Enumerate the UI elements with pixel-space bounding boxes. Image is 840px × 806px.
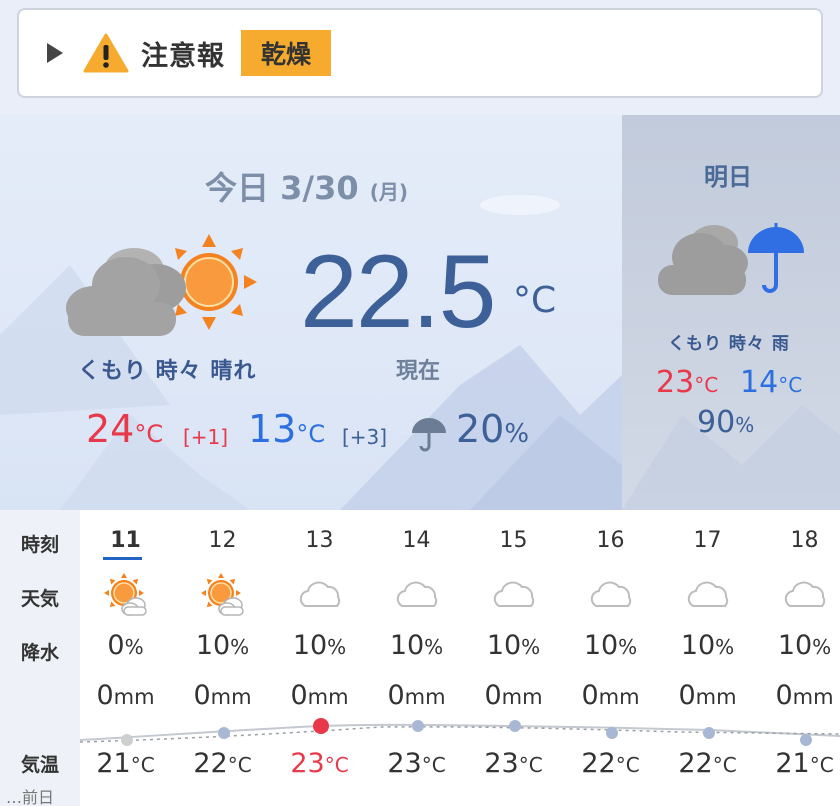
today-low-diff: [+3] (342, 425, 388, 449)
hour-column[interactable]: 11 0% 0mm 21°C (77, 510, 174, 806)
hourly-temp: 23°C (290, 748, 349, 779)
previous-day-label: …前日 (6, 788, 55, 806)
tomorrow-high: 23°C (656, 365, 718, 400)
rain-chance: 10% (680, 630, 735, 661)
rain-chance: 10% (389, 630, 444, 661)
sunny-cloudy-icon (199, 572, 249, 618)
rain-chance: 10% (777, 630, 832, 661)
tomorrow-rain-value: 90 (697, 405, 736, 440)
cloudy-sunny-icon (66, 234, 257, 336)
hour-label: 12 (208, 528, 237, 553)
alert-tag[interactable]: 乾燥 (241, 30, 332, 76)
rain-amount: 0mm (290, 680, 349, 711)
temp-row-label: 気温 (21, 754, 60, 776)
hourly-temp: 22°C (678, 748, 737, 779)
hour-column[interactable]: 16 10% 0mm 22°C (562, 510, 659, 806)
now-label: 現在 (396, 359, 441, 384)
tomorrow-low-value: 14 (740, 365, 779, 400)
hourly-temp: 23°C (484, 748, 543, 779)
rain-chance: 0% (107, 630, 144, 661)
cloud-icon (296, 572, 346, 618)
today-high: 24°C (86, 407, 163, 451)
today-high-unit: °C (134, 420, 164, 448)
tomorrow-high-value: 23 (656, 365, 695, 400)
expand-arrow-icon[interactable] (47, 43, 63, 63)
cloud-icon (490, 572, 540, 618)
rain-amount: 0mm (96, 680, 155, 711)
row-labels: 時刻 天気 降水 気温 …前日 (0, 510, 80, 806)
hour-column[interactable]: 15 10% 0mm 23°C (465, 510, 562, 806)
today-low-unit: °C (296, 420, 326, 448)
tomorrow-rain-chance: 90% (697, 405, 754, 440)
today-high-value: 24 (86, 407, 135, 451)
hour-label: 16 (596, 528, 625, 553)
cloud-icon (393, 572, 443, 618)
today-low: 13°C (248, 407, 325, 451)
tomorrow-condition: くもり 時々 雨 (668, 334, 790, 354)
today-date: 今日 3/30 (月) (205, 163, 408, 209)
current-temp: 22.5 (300, 234, 496, 350)
today-rain-value: 20 (456, 407, 505, 451)
tomorrow-panel[interactable]: 明日 くもり 時々 雨 23°C 14°C 90% (622, 115, 840, 510)
hour-label: 18 (790, 528, 819, 553)
today-low-value: 13 (248, 407, 297, 451)
rain-chance: 10% (195, 630, 250, 661)
hour-column[interactable]: 17 10% 0mm 22°C (659, 510, 756, 806)
rain-chance: 10% (292, 630, 347, 661)
today-panel[interactable]: 今日 3/30 (月) 22.5 °C 現在 くもり 時々 晴れ 24°C [+… (0, 115, 622, 510)
hour-column[interactable]: 18 10% 0mm 21°C (756, 510, 840, 806)
cloudy-rain-icon (658, 223, 804, 295)
day-of-week: (月) (369, 180, 409, 204)
hour-label: 15 (499, 528, 528, 553)
tomorrow-high-unit: °C (694, 373, 719, 397)
time-row-label: 時刻 (21, 534, 60, 556)
hour-column[interactable]: 13 10% 0mm 23°C (271, 510, 368, 806)
tomorrow-low-unit: °C (778, 373, 803, 397)
cloud-icon (587, 572, 637, 618)
hourly-forecast[interactable]: 時刻 天気 降水 気温 …前日 11 0% 0mm 21°C 12 10% 0mm 22°… (0, 510, 840, 806)
tomorrow-title: 明日 (704, 163, 752, 191)
hourly-temp: 21°C (775, 748, 834, 779)
today-rain-unit: % (504, 419, 530, 449)
hourly-temp: 23°C (387, 748, 446, 779)
today-condition: くもり 時々 晴れ (78, 359, 257, 384)
umbrella-icon (412, 418, 446, 452)
hourly-temp: 21°C (96, 748, 155, 779)
hourly-temp: 22°C (581, 748, 640, 779)
rain-amount: 0mm (484, 680, 543, 711)
rain-amount: 0mm (775, 680, 834, 711)
rain-amount: 0mm (193, 680, 252, 711)
rain-amount: 0mm (678, 680, 737, 711)
sunny-cloudy-icon (102, 572, 152, 618)
warning-icon (83, 33, 129, 73)
current-temp-unit: °C (513, 280, 557, 321)
rain-row-label: 降水 (21, 642, 60, 664)
rain-chance: 10% (583, 630, 638, 661)
alert-label: 注意報 (141, 40, 225, 72)
cloud-icon (781, 572, 831, 618)
today-high-diff: [+1] (183, 425, 229, 449)
cloud-icon (684, 572, 734, 618)
current-hour-indicator (103, 557, 142, 560)
date-text: 今日 3/30 (205, 169, 359, 207)
alert-bar[interactable]: 注意報 乾燥 (17, 8, 823, 98)
hour-column[interactable]: 12 10% 0mm 22°C (174, 510, 271, 806)
hourly-temp: 22°C (193, 748, 252, 779)
hour-label: 14 (402, 528, 431, 553)
hour-column[interactable]: 14 10% 0mm 23°C (368, 510, 465, 806)
tomorrow-rain-unit: % (735, 413, 755, 437)
tomorrow-low: 14°C (740, 365, 802, 400)
today-rain-chance: 20% (456, 407, 529, 451)
rain-amount: 0mm (387, 680, 446, 711)
hour-label: 17 (693, 528, 722, 553)
rain-chance: 10% (486, 630, 541, 661)
rain-amount: 0mm (581, 680, 640, 711)
hour-label: 11 (110, 528, 141, 553)
hour-label: 13 (305, 528, 334, 553)
weather-row-label: 天気 (21, 588, 60, 610)
